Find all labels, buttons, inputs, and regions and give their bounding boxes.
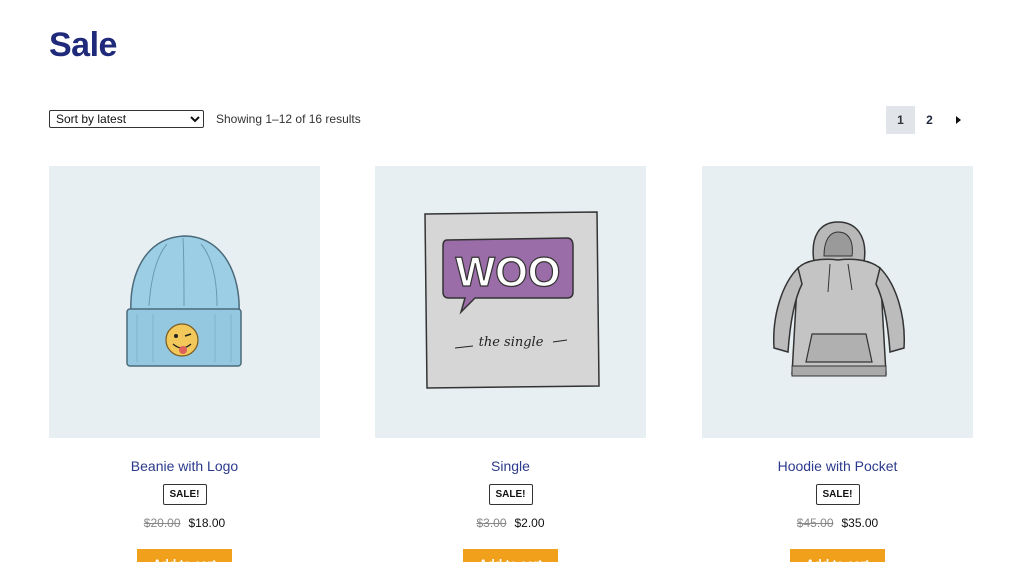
chevron-right-icon: [956, 116, 961, 124]
woo-logo-text: WOO: [456, 248, 561, 295]
product-card: Beanie with Logo SALE! $20.00 $18.00 Add …: [49, 166, 320, 562]
regular-price: $45.00: [796, 516, 834, 530]
sale-price: $18.00: [188, 516, 226, 530]
page-title: Sale: [49, 26, 117, 64]
add-to-cart-button[interactable]: Add to cart: [137, 549, 232, 562]
add-to-cart-button[interactable]: Add to cart: [790, 549, 885, 562]
product-card: WOO the single Single SALE! $3.00 $2.00 A…: [375, 166, 646, 562]
product-name-link[interactable]: Hoodie with Pocket: [702, 458, 973, 474]
pagination: 1 2: [886, 106, 973, 134]
hoodie-with-pocket-image[interactable]: [702, 166, 973, 438]
product-price: $3.00 $2.00: [375, 516, 646, 530]
next-page-button[interactable]: [944, 106, 973, 134]
sale-badge: SALE!: [815, 484, 860, 505]
result-count: Showing 1–12 of 16 results: [216, 112, 361, 126]
beanie-with-logo-image[interactable]: [49, 166, 320, 438]
shop-page: Sale Sort by latest Showing 1–12 of 16 r…: [0, 0, 1024, 562]
product-price: $20.00 $18.00: [49, 516, 320, 530]
sort-select[interactable]: Sort by latest: [49, 110, 204, 128]
regular-price: $3.00: [476, 516, 507, 530]
sale-price: $35.00: [841, 516, 879, 530]
add-to-cart-button[interactable]: Add to cart: [463, 549, 558, 562]
page-2-button[interactable]: 2: [915, 106, 944, 134]
woo-single-album-image[interactable]: WOO the single: [375, 166, 646, 438]
product-name-link[interactable]: Beanie with Logo: [49, 458, 320, 474]
sale-price: $2.00: [514, 516, 545, 530]
product-name-link[interactable]: Single: [375, 458, 646, 474]
regular-price: $20.00: [143, 516, 181, 530]
sale-badge: SALE!: [162, 484, 207, 505]
album-subtitle-text: the single: [479, 335, 544, 350]
product-price: $45.00 $35.00: [702, 516, 973, 530]
product-card: Hoodie with Pocket SALE! $45.00 $35.00 Ad…: [702, 166, 973, 562]
page-1-button[interactable]: 1: [886, 106, 915, 134]
sale-badge: SALE!: [488, 484, 533, 505]
